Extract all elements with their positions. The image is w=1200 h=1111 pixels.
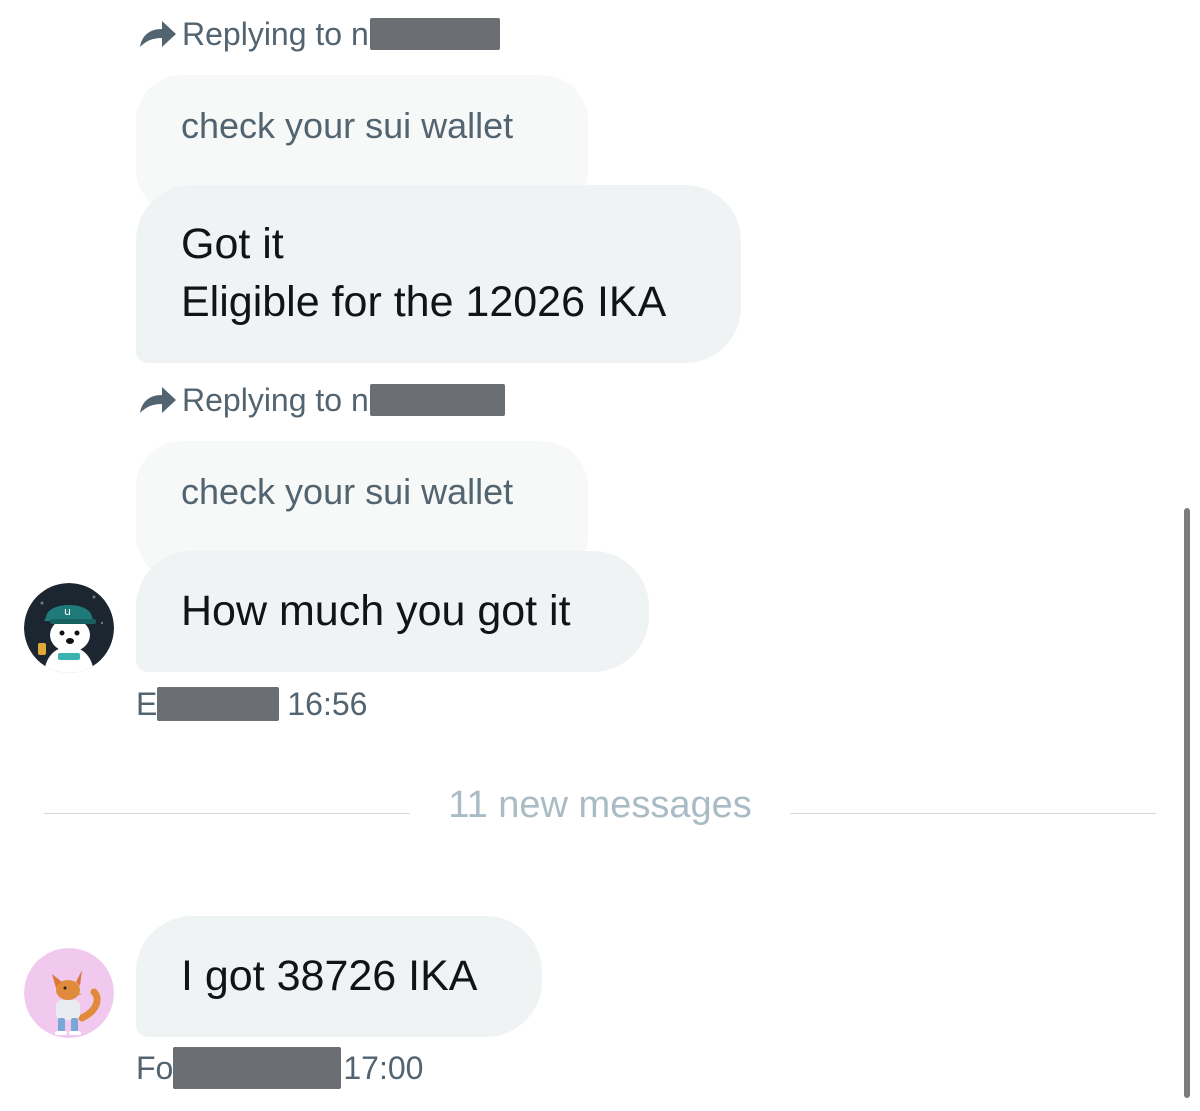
message-meta: E 16:56 [136, 684, 367, 724]
fox-avatar-icon [24, 948, 114, 1038]
new-messages-divider-label: 11 new messages [448, 784, 752, 826]
scrollbar-thumb[interactable] [1184, 508, 1190, 1098]
replying-to-label[interactable]: Replying to n [138, 14, 500, 54]
divider-line-left [44, 813, 410, 814]
user-avatar[interactable]: u [24, 583, 114, 673]
message-bubble[interactable]: How much you got it [136, 551, 649, 672]
message-bubble[interactable]: Got it Eligible for the 12026 IKA [136, 185, 741, 363]
replying-to-text: Replying to n [182, 15, 369, 52]
dog-avatar-icon: u [24, 583, 114, 673]
message-text-line: Eligible for the 12026 IKA [181, 278, 667, 326]
svg-text:u: u [64, 605, 71, 618]
sender-name: E [136, 685, 158, 722]
reply-arrow-icon [140, 387, 176, 413]
quoted-message-text: check your sui wallet [181, 105, 514, 146]
replying-to-text: Replying to n [182, 381, 369, 418]
redacted-sender-name [157, 687, 280, 721]
message-time: 16:56 [287, 685, 368, 722]
message-text: I got 38726 IKA [181, 952, 478, 1000]
quoted-message-text: check your sui wallet [181, 471, 514, 512]
replying-to-label[interactable]: Replying to n [138, 380, 505, 420]
message-bubble[interactable]: I got 38726 IKA [136, 916, 542, 1037]
user-avatar[interactable] [24, 948, 114, 1038]
message-text-line: Got it [181, 220, 284, 268]
redacted-sender-name [173, 1047, 342, 1089]
redacted-username [369, 18, 500, 50]
sender-name: Fo [136, 1049, 174, 1086]
message-text: How much you got it [181, 587, 571, 635]
redacted-username [369, 384, 505, 416]
reply-arrow-icon [140, 21, 176, 47]
message-time: 17:00 [343, 1049, 424, 1086]
message-meta: Fo 17:00 [136, 1047, 424, 1089]
divider-line-right [790, 813, 1156, 814]
